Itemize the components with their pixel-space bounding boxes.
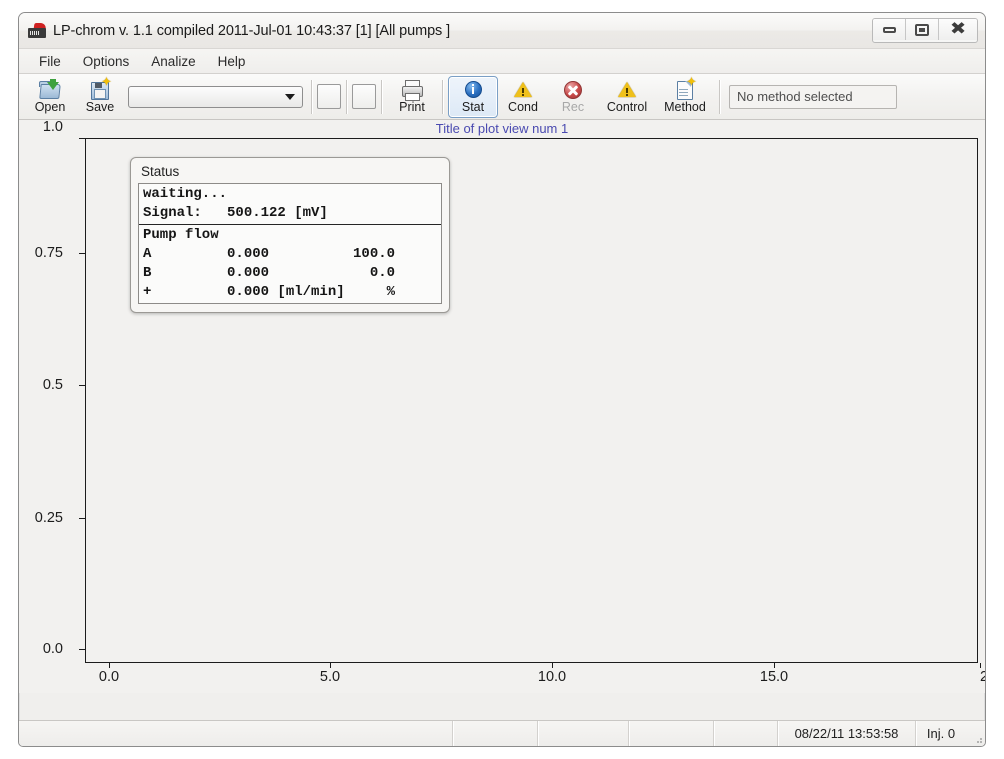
info-icon [462, 79, 484, 100]
x-tick-mark [980, 663, 981, 668]
menu-item-file[interactable]: File [30, 52, 70, 71]
window-title: LP-chrom v. 1.1 compiled 2011-Jul-01 10:… [53, 22, 451, 39]
toolbar-separator [442, 79, 443, 114]
control-button-label: Control [606, 100, 648, 115]
stat-button[interactable]: Stat [448, 75, 498, 118]
method-document-icon: ✦ [674, 75, 697, 101]
x-tick-mark [330, 663, 331, 668]
status-cell-5 [714, 721, 778, 746]
toolbar-separator [346, 79, 347, 114]
menu-item-options[interactable]: Options [74, 52, 139, 71]
status-divider [139, 224, 441, 225]
status-cell-4 [629, 721, 714, 746]
status-pump-row-a: A 0.000 100.0 [143, 246, 396, 262]
title-bar: LP-chrom v. 1.1 compiled 2011-Jul-01 10:… [19, 13, 985, 49]
x-axis: 0.0 5.0 10.0 15.0 2 [85, 663, 985, 693]
blank-button-1[interactable] [317, 84, 341, 109]
plot-view[interactable]: Title of plot view num 1 1.0 0.75 0.5 0.… [19, 120, 985, 693]
star-badge-icon: ✦ [686, 75, 697, 91]
blank-button-2[interactable] [352, 84, 376, 109]
star-badge-icon: ✦ [101, 75, 112, 91]
y-tick-label: 0.25 [34, 510, 63, 526]
status-cell-2 [453, 721, 538, 746]
plot-title: Title of plot view num 1 [435, 121, 569, 136]
minimize-icon [882, 26, 896, 33]
print-button[interactable]: Print [387, 76, 437, 118]
y-tick-label: 0.0 [42, 641, 63, 657]
printer-icon [401, 79, 423, 102]
x-tick-mark [109, 663, 110, 668]
save-button-label: Save [85, 100, 115, 115]
open-button[interactable]: Open [25, 76, 75, 118]
status-dialog-title: Status [141, 164, 180, 179]
y-tick-label: 1.0 [42, 120, 63, 135]
status-cell-3 [538, 721, 629, 746]
status-pump-row-total: + 0.000 [ml/min] % [143, 284, 396, 300]
warning-icon [616, 79, 638, 100]
warning-icon [512, 79, 534, 100]
method-button-label: Method [664, 100, 706, 115]
restore-button[interactable] [906, 19, 939, 40]
toolbar-separator [381, 79, 382, 114]
menu-item-analize[interactable]: Analize [142, 52, 204, 71]
resize-grip-icon[interactable] [966, 721, 985, 746]
toolbar-separator [719, 79, 720, 114]
restore-icon [915, 23, 929, 36]
control-button[interactable]: Control [598, 76, 656, 118]
status-dialog-body: waiting... Signal: 500.122 [mV] Pump flo… [138, 183, 442, 304]
rec-button[interactable]: Rec [548, 76, 598, 118]
save-button[interactable]: ✦ Save [75, 76, 125, 118]
status-signal-line: Signal: 500.122 [mV] [143, 205, 328, 221]
x-tick-label: 5.0 [319, 669, 341, 685]
status-cell-1 [19, 721, 453, 746]
chevron-down-icon [285, 93, 295, 100]
menu-item-help[interactable]: Help [209, 52, 255, 71]
y-axis: 1.0 0.75 0.5 0.25 0.0 [19, 120, 85, 693]
status-injection: Inj. 0 [926, 726, 956, 741]
method-button[interactable]: ✦ Method [656, 76, 714, 118]
x-tick-label: 2 [980, 669, 985, 685]
save-floppy-icon: ✦ [89, 75, 112, 101]
app-icon [28, 23, 47, 38]
x-tick-label: 10.0 [537, 669, 567, 685]
status-dialog[interactable]: Status waiting... Signal: 500.122 [mV] P… [130, 157, 450, 313]
method-combo-select[interactable] [128, 85, 303, 108]
x-tick-label: 0.0 [98, 669, 120, 685]
open-button-label: Open [34, 100, 66, 115]
screen-root: LP-chrom v. 1.1 compiled 2011-Jul-01 10:… [0, 0, 1004, 759]
stop-record-icon [562, 79, 584, 100]
close-button[interactable]: ✖ [939, 19, 977, 40]
window-controls: ✖ [872, 18, 978, 43]
print-button-label: Print [399, 100, 425, 115]
close-icon: ✖ [949, 19, 967, 39]
toolbar: Open ✦ Save Print Stat Cond Rec Control … [19, 74, 985, 120]
menu-bar: File Options Analize Help [19, 49, 985, 74]
application-window: LP-chrom v. 1.1 compiled 2011-Jul-01 10:… [18, 12, 986, 747]
rec-button-label: Rec [561, 100, 585, 115]
x-tick-mark [552, 663, 553, 668]
open-folder-icon [39, 79, 61, 100]
minimize-button[interactable] [873, 19, 906, 40]
toolbar-separator [311, 79, 312, 114]
method-name-field[interactable]: No method selected [729, 84, 897, 109]
x-tick-mark [774, 663, 775, 668]
y-tick-label: 0.5 [42, 377, 63, 393]
cond-button[interactable]: Cond [498, 76, 548, 118]
status-bar: 08/22/11 13:53:58 Inj. 0 [19, 720, 985, 746]
y-tick-label: 0.75 [34, 245, 63, 261]
cond-button-label: Cond [508, 100, 538, 115]
stat-button-label: Stat [461, 100, 485, 115]
method-name-value: No method selected [737, 89, 853, 104]
status-waiting-line: waiting... [143, 186, 228, 202]
x-tick-label: 15.0 [759, 669, 789, 685]
status-datetime: 08/22/11 13:53:58 [778, 721, 916, 746]
status-pump-row-b: B 0.000 0.0 [143, 265, 396, 281]
status-pumpflow-header: Pump flow [143, 227, 219, 243]
